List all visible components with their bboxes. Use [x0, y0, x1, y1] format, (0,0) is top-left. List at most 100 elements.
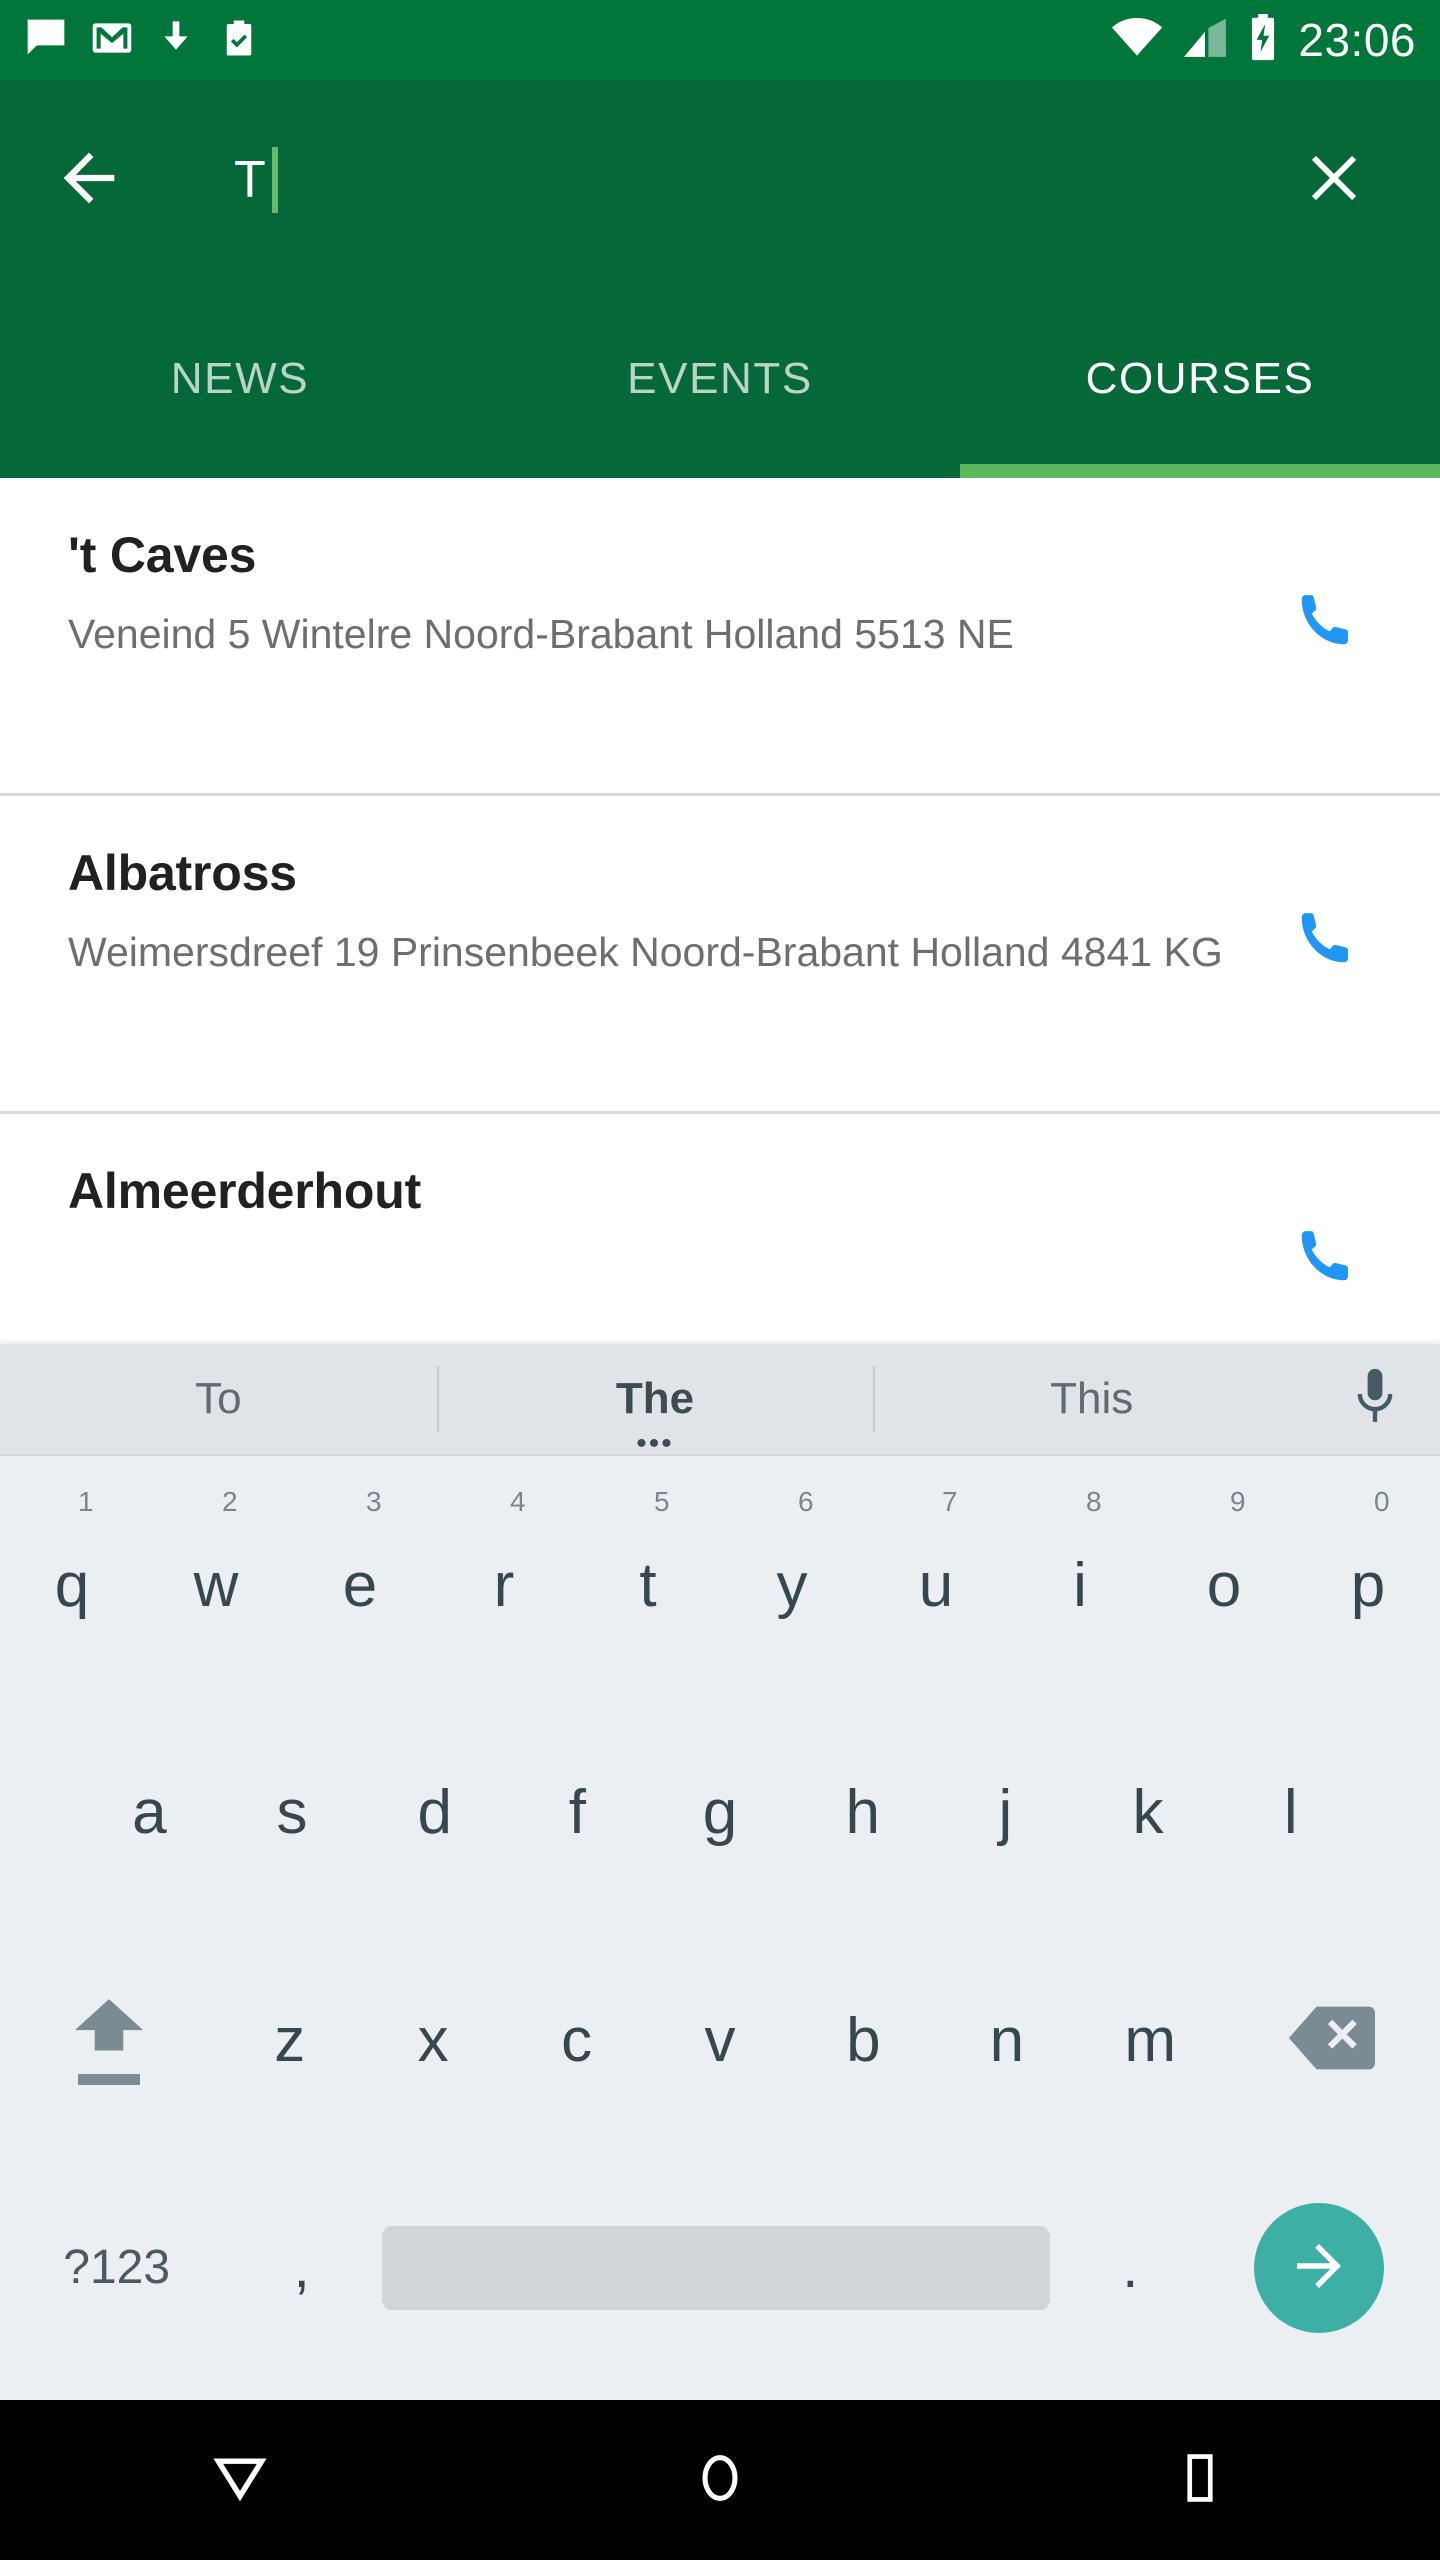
key-num-label: 8 [1086, 1486, 1102, 1517]
call-button[interactable] [1270, 526, 1380, 657]
key-label: s [276, 1778, 308, 1848]
key-label: g [702, 1778, 738, 1848]
key-n[interactable]: n [935, 1927, 1078, 2155]
back-button[interactable] [44, 135, 134, 225]
suggestion-more-icon[interactable]: ••• [636, 1429, 674, 1459]
suggestion-this[interactable]: This [873, 1344, 1310, 1454]
enter-key[interactable] [1199, 2155, 1440, 2383]
symbols-key[interactable]: ?123 [0, 2155, 233, 2383]
key-label: z [274, 2005, 306, 2075]
course-name: Albatross [68, 845, 297, 901]
key-label: n [989, 2005, 1025, 2075]
key-label: e [342, 1550, 378, 1620]
key-label: t [639, 1550, 657, 1620]
list-item[interactable]: 't Caves Veneind 5 Wintelre Noord-Braban… [0, 478, 1440, 796]
space-key[interactable] [370, 2155, 1062, 2383]
shift-icon [70, 1996, 148, 2086]
tab-courses[interactable]: COURSES [960, 280, 1440, 478]
key-m[interactable]: m [1079, 1927, 1222, 2155]
key-k[interactable]: k [1077, 1700, 1220, 1928]
keyboard-row-2: a s d f g h j k l [0, 1700, 1440, 1928]
key-w[interactable]: 2 w [144, 1472, 288, 1700]
home-circle-icon [691, 2449, 749, 2512]
key-label: f [568, 1778, 586, 1848]
key-label: c [561, 2005, 593, 2075]
gmail-icon [90, 16, 134, 65]
tab-events[interactable]: EVENTS [480, 280, 960, 478]
key-label: h [845, 1778, 880, 1848]
call-button[interactable] [1270, 1162, 1380, 1293]
course-name: 't Caves [68, 527, 257, 583]
key-o[interactable]: 9 o [1152, 1472, 1296, 1700]
wifi-icon [1110, 16, 1164, 65]
shift-key[interactable] [0, 1927, 218, 2155]
call-button[interactable] [1270, 844, 1380, 975]
backspace-key[interactable] [1222, 1927, 1440, 2155]
key-num-label: 7 [942, 1486, 958, 1517]
suggestion-to[interactable]: To [0, 1344, 437, 1454]
key-i[interactable]: 8 i [1008, 1472, 1152, 1700]
status-notification-icons [24, 16, 260, 65]
key-label: y [776, 1550, 808, 1620]
key-b[interactable]: b [792, 1927, 935, 2155]
soft-keyboard: To The ••• This 1 q 2 w 3 e 4 r 5 t 6 y … [0, 1344, 1440, 2400]
search-input-value: T [234, 151, 267, 209]
key-label: l [1283, 1778, 1298, 1848]
key-y[interactable]: 6 y [720, 1472, 864, 1700]
tab-news[interactable]: NEWS [0, 280, 480, 478]
course-name: Almeerderhout [68, 1163, 422, 1219]
enter-button-surface [1254, 2203, 1385, 2334]
cell-signal-icon [1182, 16, 1228, 65]
key-label: w [193, 1550, 239, 1620]
key-l[interactable]: l [1219, 1700, 1362, 1928]
phone-icon [1294, 590, 1356, 657]
suggestion-the[interactable]: The ••• [436, 1344, 874, 1459]
key-g[interactable]: g [649, 1700, 792, 1928]
key-label: ?123 [63, 2241, 171, 2295]
key-f[interactable]: f [506, 1700, 649, 1928]
shift-caps-bar [78, 2074, 140, 2086]
key-z[interactable]: z [218, 1927, 361, 2155]
system-navigation-bar [0, 2400, 1440, 2560]
list-item[interactable]: Albatross Weimersdreef 19 Prinsenbeek No… [0, 796, 1440, 1114]
key-e[interactable]: 3 e [288, 1472, 432, 1700]
search-appbar: T [0, 80, 1440, 280]
key-label: q [54, 1550, 90, 1620]
key-label: v [704, 2005, 736, 2075]
key-j[interactable]: j [934, 1700, 1077, 1928]
key-t[interactable]: 5 t [576, 1472, 720, 1700]
key-label: r [493, 1550, 515, 1620]
search-input[interactable]: T [134, 80, 1286, 280]
key-d[interactable]: d [363, 1700, 506, 1928]
key-u[interactable]: 7 u [864, 1472, 1008, 1700]
clear-search-button[interactable] [1286, 132, 1382, 228]
key-label: , [293, 2235, 310, 2301]
close-icon [1299, 143, 1369, 218]
key-num-label: 3 [366, 1486, 382, 1517]
tab-events-label: EVENTS [627, 354, 813, 403]
key-x[interactable]: x [361, 1927, 504, 2155]
key-c[interactable]: c [505, 1927, 648, 2155]
key-q[interactable]: 1 q [0, 1472, 144, 1700]
suggestion-label: The [615, 1374, 695, 1423]
voice-input-button[interactable] [1310, 1344, 1440, 1454]
key-s[interactable]: s [221, 1700, 364, 1928]
battery-charging-icon [1246, 13, 1280, 67]
keyboard-row-1: 1 q 2 w 3 e 4 r 5 t 6 y 7 u 8 i 9 o 0 p [0, 1472, 1440, 1700]
keyboard-row-3: z x c v b n m [0, 1927, 1440, 2155]
nav-recents-button[interactable] [960, 2400, 1440, 2560]
key-v[interactable]: v [648, 1927, 791, 2155]
key-a[interactable]: a [78, 1700, 221, 1928]
key-label: i [1073, 1550, 1087, 1620]
key-p[interactable]: 0 p [1296, 1472, 1440, 1700]
key-num-label: 9 [1230, 1486, 1246, 1517]
key-r[interactable]: 4 r [432, 1472, 576, 1700]
nav-back-button[interactable] [0, 2400, 480, 2560]
key-comma[interactable]: , [233, 2155, 370, 2383]
key-label: a [132, 1778, 167, 1848]
key-h[interactable]: h [791, 1700, 934, 1928]
key-num-label: 5 [654, 1486, 670, 1517]
key-period[interactable]: . [1062, 2155, 1199, 2383]
spacebar-surface [382, 2226, 1050, 2311]
nav-home-button[interactable] [480, 2400, 960, 2560]
